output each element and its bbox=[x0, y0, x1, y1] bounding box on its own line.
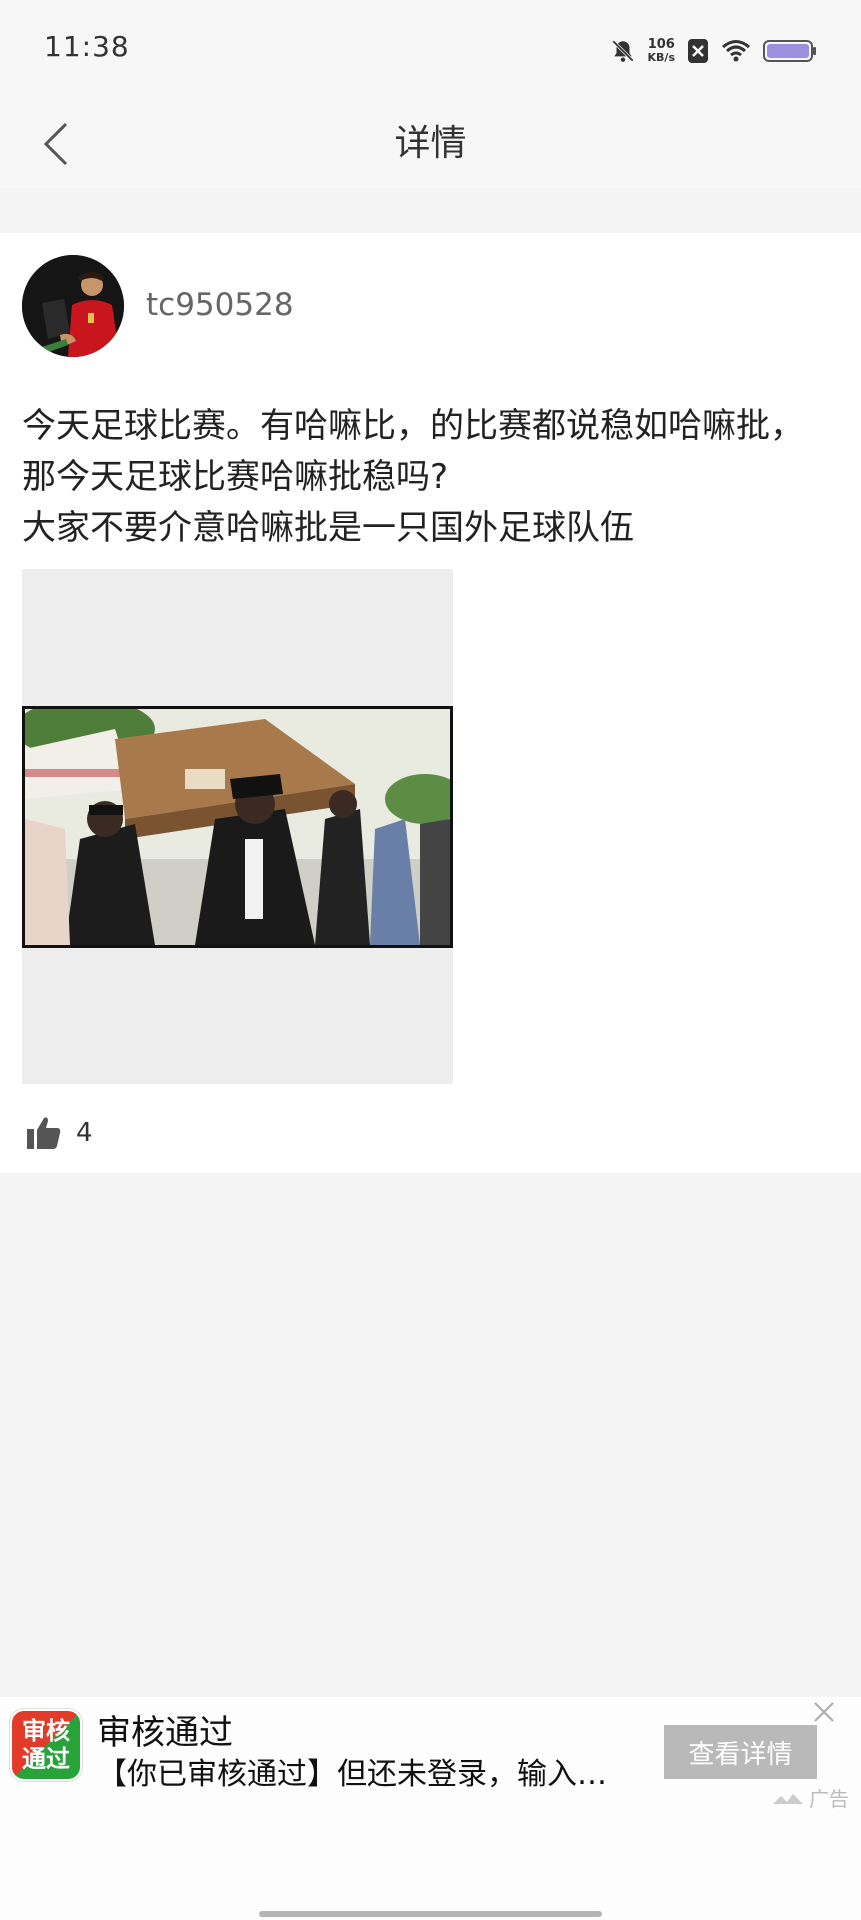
battery-icon bbox=[763, 40, 816, 62]
post-card: tc950528 今天足球比赛。有哈嘛比，的比赛都说稳如哈嘛批， 那今天足球比赛… bbox=[0, 233, 861, 1173]
ad-logo: 审核 通过 bbox=[10, 1709, 82, 1781]
post-text-line: 大家不要介意哈嘛批是一只国外足球队伍 bbox=[22, 508, 634, 548]
like-count: 4 bbox=[76, 1118, 93, 1148]
page-title: 详情 bbox=[394, 123, 467, 164]
close-icon bbox=[814, 1702, 834, 1722]
meme-image bbox=[22, 706, 453, 948]
home-indicator bbox=[259, 1911, 602, 1917]
network-speed: 106 KB/s bbox=[647, 37, 675, 64]
post-text-line: 那今天足球比赛哈嘛批稳吗? bbox=[22, 457, 449, 497]
ad-label: 广告 bbox=[771, 1783, 849, 1812]
ad-description: 【你已审核通过】但还未登录，输入… bbox=[97, 1757, 607, 1792]
avatar-image bbox=[22, 255, 124, 357]
bell-off-icon bbox=[611, 40, 634, 62]
wifi-icon bbox=[722, 40, 750, 62]
status-time: 11:38 bbox=[44, 30, 130, 63]
avatar[interactable] bbox=[22, 255, 124, 357]
thumbs-up-icon bbox=[27, 1117, 61, 1149]
ad-source-icon bbox=[773, 1793, 803, 1804]
like-button[interactable]: 4 bbox=[26, 1111, 93, 1155]
post-image[interactable] bbox=[22, 569, 453, 1084]
ad-close-button[interactable] bbox=[809, 1697, 839, 1727]
post-text-line: 今天足球比赛。有哈嘛比，的比赛都说稳如哈嘛批， bbox=[22, 406, 804, 446]
header: 详情 bbox=[0, 100, 861, 188]
ad-view-details-button[interactable]: 查看详情 bbox=[664, 1725, 817, 1779]
status-bar: 11:38 106 KB/s bbox=[0, 0, 861, 100]
post-text: 今天足球比赛。有哈嘛比，的比赛都说稳如哈嘛批， 那今天足球比赛哈嘛批稳吗? 大家… bbox=[22, 401, 852, 554]
status-icons: 106 KB/s bbox=[610, 32, 817, 70]
username[interactable]: tc950528 bbox=[146, 287, 294, 323]
ad-title: 审核通过 bbox=[97, 1713, 233, 1753]
coffin-dance-scene bbox=[25, 709, 450, 945]
ad-banner[interactable]: 审核 通过 审核通过 【你已审核通过】但还未登录，输入… 查看详情 广告 bbox=[0, 1697, 861, 1920]
sim-off-icon bbox=[688, 39, 708, 63]
